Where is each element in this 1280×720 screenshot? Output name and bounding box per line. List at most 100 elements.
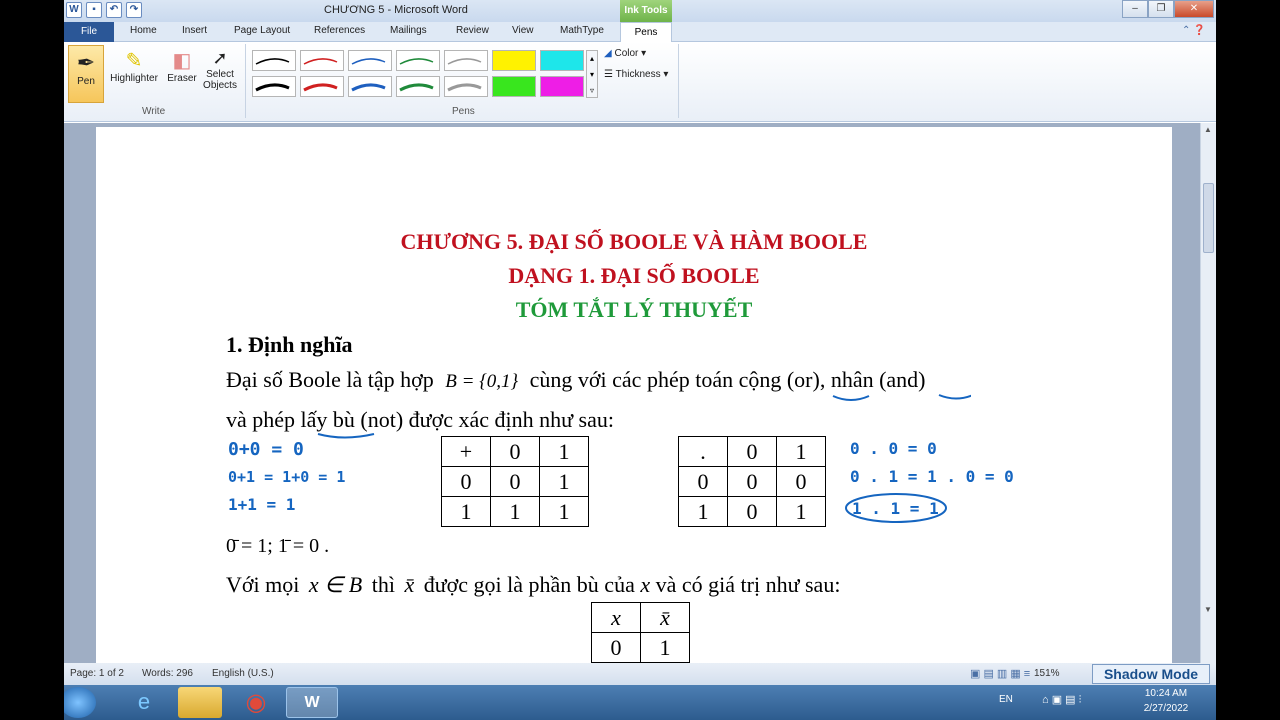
highlighter-button[interactable]: ✎ Highlighter [106,48,162,84]
ink-underline-marks [832,394,971,401]
tab-mathtype[interactable]: MathType [560,25,604,36]
pen-swatch-black-thick[interactable] [252,76,296,97]
pen-button[interactable]: ✒ Pen [68,45,104,103]
definition-text-a: Đại số Boole là tập hợp [226,367,434,392]
tab-file[interactable]: File [64,22,114,42]
table-cell: 0 [490,466,540,497]
complement-sentence: Với mọi x ∈ B thì x̄ được gọi là phần bù… [226,572,840,598]
restore-button[interactable]: ❐ [1148,0,1174,18]
pen-swatch-green-thin[interactable] [396,50,440,71]
document-page[interactable]: CHƯƠNG 5. ĐẠI SỐ BOOLE VÀ HÀM BOOLE DẠNG… [96,127,1172,667]
pen-swatch-blue-thin[interactable] [348,50,392,71]
input-language[interactable]: EN [999,694,1013,705]
pens-group-label: Pens [452,106,475,117]
tab-references[interactable]: References [314,25,365,36]
table-cell: x [591,602,641,633]
write-group-label: Write [142,106,166,117]
highlighter-label: Highlighter [110,73,158,84]
undo-icon[interactable]: ↶ [106,2,122,18]
highlighter-swatch-magenta[interactable] [540,76,584,97]
zoom-level[interactable]: 151% [1034,668,1060,679]
tab-review[interactable]: Review [456,25,489,36]
highlighter-swatch-yellow[interactable] [492,50,536,71]
table-cell: 1 [776,436,826,467]
pen-swatch-red-thick[interactable] [300,76,344,97]
table-cell: 1 [776,496,826,527]
not-truth-table: x x̄ 01 [591,602,690,663]
ribbon: ✒ Pen ✎ Highlighter ◧ Eraser ➚ Select Ob… [64,42,1216,122]
tab-insert[interactable]: Insert [182,25,207,36]
table-cell: 1 [640,632,690,663]
color-dropdown[interactable]: ◢ Color ▾ [604,48,646,59]
clock-date[interactable]: 2/27/2022 [1136,703,1196,714]
language-indicator[interactable]: English (U.S.) [212,668,274,679]
highlighter-swatch-green[interactable] [492,76,536,97]
heading-chapter: CHƯƠNG 5. ĐẠI SỐ BOOLE VÀ HÀM BOOLE [400,229,868,254]
ink-tools-context-label: Ink Tools [620,0,672,22]
tab-page-layout[interactable]: Page Layout [234,25,290,36]
pen-swatch-red-thin[interactable] [300,50,344,71]
tray-icons[interactable]: ⌂ ▣ ▤ ⫶ [1042,693,1081,707]
thickness-dropdown[interactable]: ☰ Thickness ▾ [604,69,668,80]
pen-swatch-gray-thick[interactable] [444,76,488,97]
eraser-button[interactable]: ◧ Eraser [164,48,200,84]
table-cell: 0 [441,466,491,497]
pen-swatch-green-thick[interactable] [396,76,440,97]
tab-mailings[interactable]: Mailings [390,25,427,36]
table-cell: x̄ [640,602,690,633]
highlighter-swatch-cyan[interactable] [540,50,584,71]
close-button[interactable]: ✕ [1174,0,1214,18]
highlighter-icon: ✎ [125,50,143,72]
table-cell: . [678,436,728,467]
start-button-icon[interactable] [64,687,96,718]
view-mode-icons[interactable]: ▣ ▤ ▥ ▦ ≡ [970,667,1030,680]
clock-time[interactable]: 10:24 AM [1136,688,1196,699]
ink-note-left-1: 0+0 = 0 [228,439,304,460]
save-icon[interactable]: ▪ [86,2,102,18]
scroll-up-icon[interactable]: ▲ [1204,125,1212,134]
word-app-icon[interactable]: W [66,2,82,18]
chrome-icon[interactable]: ◉ [234,687,278,718]
shadow-mode-badge[interactable]: Shadow Mode [1092,664,1210,684]
vertical-scrollbar[interactable]: ▲ ▼ [1200,123,1216,663]
file-explorer-icon[interactable] [178,687,222,718]
tab-view[interactable]: View [512,25,534,36]
math-expression: x ∈ B [308,572,363,597]
internet-explorer-icon[interactable]: e [122,687,166,718]
scroll-down-icon[interactable]: ▼ [1204,605,1212,614]
tab-pens[interactable]: Pens [620,22,672,43]
pen-swatch-blue-thick[interactable] [348,76,392,97]
color-label: Color [614,48,639,59]
table-cell: 1 [539,466,589,497]
thickness-label: Thickness [615,69,661,80]
minimize-button[interactable]: – [1122,0,1148,18]
help-icon[interactable]: ⌃ ❓ [1182,25,1206,36]
table-cell: 0 [776,466,826,497]
page-count[interactable]: Page: 1 of 2 [70,668,124,679]
gallery-scroll[interactable]: ▴ ▾ ▿ [586,50,598,98]
tab-home[interactable]: Home [130,25,157,36]
select-objects-button[interactable]: ➚ Select Objects [200,48,240,91]
eraser-icon: ◧ [172,50,192,72]
definition-text-b: cùng với các phép toán cộng (or), nhân (… [529,367,926,392]
sentence-text: và có giá trị như sau: [655,572,841,597]
table-cell: 0 [591,632,641,663]
table-cell: 1 [678,496,728,527]
pen-swatch-gray-thin[interactable] [444,50,488,71]
scroll-thumb[interactable] [1203,183,1214,253]
section-title: 1. Định nghĩa [226,332,353,357]
ink-note-right-1: 0 . 0 = 0 [850,439,937,458]
ink-note-right-2: 0 . 1 = 1 . 0 = 0 [850,467,1014,486]
word-taskbar-icon[interactable]: W [286,687,338,718]
eraser-label: Eraser [167,73,197,84]
redo-icon[interactable]: ↷ [126,2,142,18]
table-cell: 0 [727,436,777,467]
table-cell: 0 [727,466,777,497]
document-area: CHƯƠNG 5. ĐẠI SỐ BOOLE VÀ HÀM BOOLE DẠNG… [64,123,1200,667]
sentence-text: Với mọi [226,572,300,597]
ink-circle-mark [845,493,947,523]
pen-swatch-black-thin[interactable] [252,50,296,71]
word-count[interactable]: Words: 296 [142,668,193,679]
table-cell: + [441,436,491,467]
quick-access-toolbar: W ▪ ↶ ↷ [66,2,142,18]
